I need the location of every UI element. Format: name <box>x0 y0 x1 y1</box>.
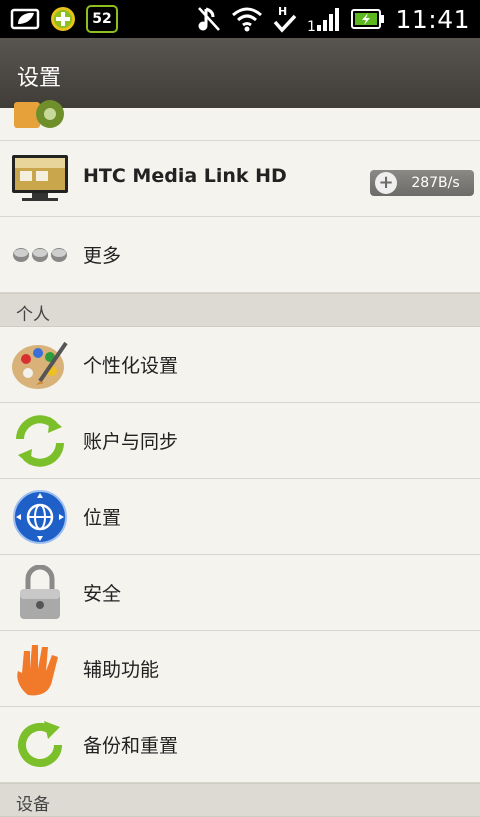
sync-icon <box>16 415 64 467</box>
list-item-security[interactable]: 安全 <box>0 555 480 631</box>
accessibility-label: 辅助功能 <box>83 659 160 681</box>
settings-list[interactable]: HTC Media Link HD + 287B/s 更多 个人 个性化设置 账… <box>0 100 480 817</box>
section-header-device: 设备 <box>0 783 480 817</box>
wallpaper-leaf-icon <box>10 8 40 30</box>
settings-gear-icon <box>14 100 64 128</box>
svg-text:1: 1 <box>307 19 316 33</box>
hspa-check-icon: H <box>274 5 297 33</box>
media-link-label: HTC Media Link HD <box>83 165 287 187</box>
list-item-location[interactable]: 位置 <box>0 479 480 555</box>
hand-icon <box>17 645 58 696</box>
security-label: 安全 <box>83 583 122 605</box>
tv-icon <box>12 155 68 201</box>
music-muted-icon <box>198 7 221 31</box>
more-label: 更多 <box>83 245 122 267</box>
status-bar: 52 H 1 11:41 <box>0 0 480 38</box>
clock: 11:41 <box>395 4 470 34</box>
section-label: 个人 <box>16 305 50 325</box>
list-item-personalize[interactable]: 个性化设置 <box>0 327 480 403</box>
svg-text:H: H <box>278 5 287 18</box>
personalize-label: 个性化设置 <box>83 355 179 377</box>
title-bar: 设置 <box>0 38 480 112</box>
padlock-icon <box>20 565 60 619</box>
transfer-rate-badge: + 287B/s <box>370 170 474 196</box>
transfer-rate: 287B/s <box>411 175 460 191</box>
accounts-sync-label: 账户与同步 <box>83 431 179 453</box>
section-label: 设备 <box>16 795 50 815</box>
list-item-partial[interactable] <box>0 100 480 141</box>
list-item-more[interactable]: 更多 <box>0 217 480 293</box>
globe-location-icon <box>13 490 67 544</box>
list-item-backup-reset[interactable]: 备份和重置 <box>0 707 480 783</box>
section-header-personal: 个人 <box>0 293 480 327</box>
wifi-icon <box>232 7 263 32</box>
more-dots-icon <box>13 248 67 262</box>
backup-reset-label: 备份和重置 <box>83 735 179 757</box>
location-label: 位置 <box>83 507 122 529</box>
notification-count-badge: 52 <box>86 5 118 33</box>
plus-icon: + <box>375 172 397 194</box>
battery-charging-icon <box>351 9 385 29</box>
list-item-media-link[interactable]: HTC Media Link HD + 287B/s <box>0 141 480 217</box>
add-app-icon <box>51 7 75 31</box>
list-item-accounts-sync[interactable]: 账户与同步 <box>0 403 480 479</box>
signal-strength-icon: 1 <box>307 8 340 33</box>
palette-icon <box>12 341 68 389</box>
backup-reset-icon <box>18 721 62 767</box>
list-item-accessibility[interactable]: 辅助功能 <box>0 631 480 707</box>
notification-count: 52 <box>92 11 112 27</box>
